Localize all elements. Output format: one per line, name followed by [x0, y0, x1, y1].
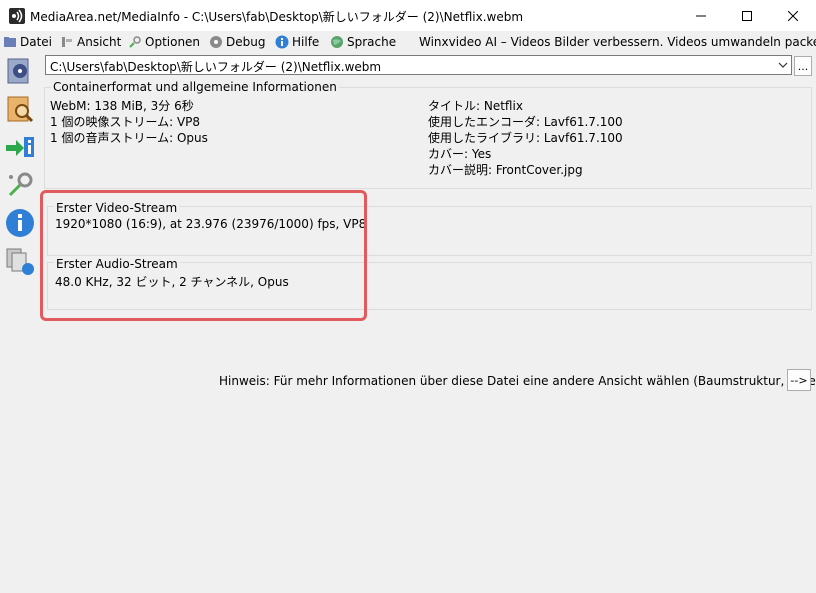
minimize-icon — [696, 15, 706, 16]
menu-hilfe[interactable]: Hilfe — [275, 33, 319, 50]
export-info-icon — [6, 137, 34, 157]
sidebar-web-button[interactable] — [4, 245, 36, 277]
container-right-line-1: タイトル: Netflix — [428, 99, 523, 113]
sidebar-export-button[interactable] — [4, 131, 36, 163]
container-left-line-3: 1 個の音声ストリーム: Opus — [50, 131, 208, 145]
menu-promo[interactable]: Winxvideo AI – Videos Bilder verbessern.… — [419, 33, 816, 50]
sidebar-about-button[interactable] — [4, 207, 36, 239]
highlight-box — [40, 190, 367, 321]
close-icon — [788, 10, 798, 21]
menu-promo-label: Winxvideo AI – Videos Bilder verbessern.… — [419, 34, 816, 49]
maximize-icon — [742, 10, 752, 21]
documents-globe-icon — [6, 248, 34, 275]
menu-debug-label: Debug — [226, 34, 266, 49]
info-icon — [275, 35, 289, 48]
debug-icon — [210, 35, 222, 48]
menu-sprache-label: Sprache — [347, 34, 397, 49]
container-right-line-4: カバー: Yes — [428, 147, 492, 161]
container-info-group: Containerformat und allgemeine Informati… — [44, 80, 812, 189]
document-magnifier-icon — [7, 96, 34, 123]
sidebar-basic-view-button[interactable] — [4, 55, 36, 87]
menu-sprache[interactable]: Sprache — [330, 33, 396, 50]
menu-hilfe-label: Hilfe — [292, 34, 320, 49]
menu-ansicht-label: Ansicht — [77, 34, 122, 49]
container-left-line-1: WebM: 138 MiB, 3分 6秒 — [50, 99, 194, 113]
title-bar: MediaArea.net/MediaInfo - C:\Users\fab\D… — [0, 0, 816, 31]
globe-icon — [331, 35, 343, 48]
sidebar-sheet-view-button[interactable] — [4, 93, 36, 125]
container-right-line-5: カバー説明: FrontCover.jpg — [428, 163, 583, 177]
tools-icon — [62, 36, 72, 47]
close-button[interactable] — [770, 0, 816, 31]
mediainfo-app-icon — [9, 8, 25, 24]
browse-button[interactable]: ... — [794, 56, 812, 76]
container-right-line-2: 使用したエンコーダ: Lavf61.7.100 — [428, 115, 623, 129]
menu-optionen-label: Optionen — [145, 34, 201, 49]
next-view-button[interactable]: --> — [787, 369, 811, 391]
file-path-combobox[interactable]: C:\Users\fab\Desktop\新しいフォルダー (2)\Netfli… — [45, 55, 792, 75]
media-file-icon — [7, 58, 29, 84]
view-sidebar — [0, 51, 42, 593]
menu-datei-label: Datei — [20, 34, 53, 49]
options-icon — [129, 35, 141, 48]
preferences-icon — [8, 172, 33, 197]
container-info-title: Containerformat und allgemeine Informati… — [51, 80, 339, 94]
info-large-icon — [6, 209, 34, 237]
file-path-text: C:\Users\fab\Desktop\新しいフォルダー (2)\Netfli… — [50, 60, 382, 74]
window-title: MediaArea.net/MediaInfo - C:\Users\fab\D… — [30, 10, 524, 24]
container-left-line-2: 1 個の映像ストリーム: VP8 — [50, 115, 201, 129]
sidebar-preferences-button[interactable] — [4, 169, 36, 201]
chevron-down-icon[interactable] — [778, 60, 788, 70]
maximize-button[interactable] — [724, 0, 770, 31]
minimize-button[interactable] — [678, 0, 724, 31]
folder-icon — [4, 36, 16, 47]
menu-datei[interactable]: Datei — [3, 33, 52, 50]
main-panel: C:\Users\fab\Desktop\新しいフォルダー (2)\Netfli… — [42, 51, 816, 593]
hint-text: Hinweis: Für mehr Informationen über die… — [219, 374, 816, 388]
container-right-line-3: 使用したライブラリ: Lavf61.7.100 — [428, 131, 623, 145]
menu-bar: Datei Ansicht Optionen Debug Hilfe Sprac… — [0, 31, 816, 51]
menu-ansicht[interactable]: Ansicht — [60, 33, 121, 50]
menu-optionen[interactable]: Optionen — [128, 33, 200, 50]
menu-debug[interactable]: Debug — [209, 33, 265, 50]
